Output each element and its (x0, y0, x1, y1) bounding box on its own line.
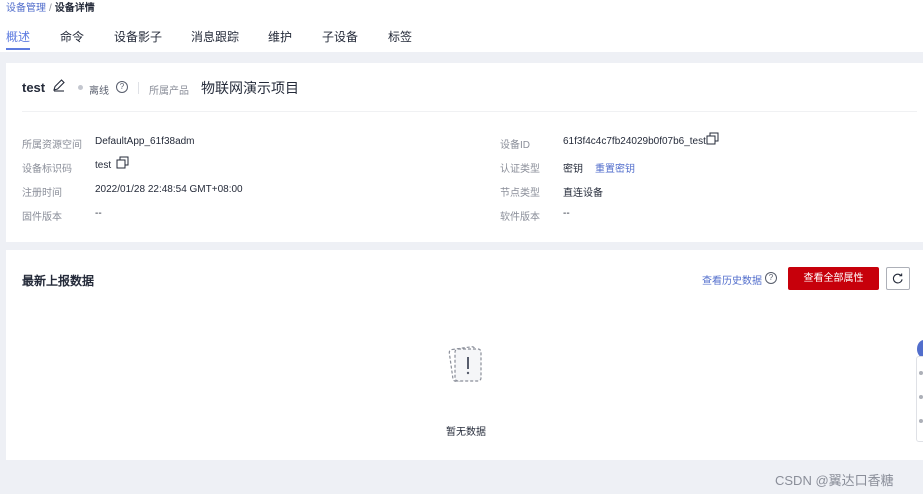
device-status: 离线 (89, 86, 109, 97)
float-toolbar (916, 356, 923, 442)
breadcrumb: 设备管理 / 设备详情 (6, 0, 95, 14)
empty-state-icon (448, 346, 482, 382)
software-value: -- (563, 208, 570, 219)
auth-type-value: 密钥 (563, 164, 583, 175)
float-dot[interactable] (919, 419, 923, 423)
identifier-label: 设备标识码 (22, 164, 72, 175)
top-bar: 设备管理 / 设备详情 概述 命令 设备影子 消息跟踪 维护 子设备 标签 (0, 0, 923, 52)
tab-overview[interactable]: 概述 (6, 28, 31, 50)
tab-device-shadow[interactable]: 设备影子 (114, 28, 162, 50)
register-time-value: 2022/01/28 22:48:54 GMT+08:00 (95, 184, 243, 195)
device-id-label: 设备ID (500, 140, 530, 151)
view-all-properties-button[interactable]: 查看全部属性 (788, 267, 879, 290)
section-title: 最新上报数据 (22, 274, 95, 288)
identifier-value: test (95, 160, 112, 171)
register-time-label: 注册时间 (22, 188, 62, 199)
float-dot[interactable] (919, 371, 923, 375)
resource-space-value: DefaultApp_61f38adm (95, 136, 195, 147)
breadcrumb-current: 设备详情 (54, 3, 95, 14)
history-help-icon[interactable]: ? (765, 272, 777, 284)
refresh-icon (892, 273, 903, 284)
node-type-label: 节点类型 (500, 188, 540, 199)
device-id-value: 61f3f4c4c7fb24029b0f07b6_test (563, 136, 706, 147)
watermark: CSDN @翼达口香糖 (775, 473, 894, 488)
divider-line (22, 111, 917, 112)
float-dot[interactable] (919, 395, 923, 399)
firmware-label: 固件版本 (22, 212, 62, 223)
breadcrumb-device-management[interactable]: 设备管理 (6, 3, 46, 14)
reset-secret-link[interactable]: 重置密钥 (595, 160, 635, 175)
product-link[interactable]: 物联网演示项目 (201, 78, 299, 98)
copy-icon[interactable] (706, 132, 719, 145)
empty-state-text: 暂无数据 (446, 427, 486, 438)
refresh-button[interactable] (886, 267, 910, 290)
product-label: 所属产品 (149, 86, 189, 97)
tab-tags[interactable]: 标签 (388, 28, 412, 50)
firmware-value: -- (95, 208, 102, 219)
auth-type-label: 认证类型 (500, 164, 540, 175)
tab-maintenance[interactable]: 维护 (268, 28, 292, 50)
latest-data-card: 最新上报数据 查看历史数据 ? 查看全部属性 暂无数据 (6, 250, 923, 460)
tab-sub-devices[interactable]: 子设备 (322, 28, 358, 50)
view-history-link[interactable]: 查看历史数据 (702, 272, 762, 287)
resource-space-label: 所属资源空间 (22, 140, 82, 151)
breadcrumb-separator: / (49, 3, 52, 14)
edit-icon[interactable] (52, 78, 66, 92)
device-name: test (22, 80, 46, 95)
tab-message-trace[interactable]: 消息跟踪 (191, 28, 239, 50)
tab-commands[interactable]: 命令 (60, 28, 84, 50)
software-label: 软件版本 (500, 212, 540, 223)
status-dot (78, 85, 83, 90)
node-type-value: 直连设备 (563, 188, 603, 199)
status-help-icon[interactable]: ? (116, 81, 128, 93)
copy-icon[interactable] (116, 156, 129, 169)
device-info-card: test 离线 ? 所属产品 物联网演示项目 所属资源空间 DefaultApp… (6, 63, 923, 242)
divider (138, 82, 139, 94)
